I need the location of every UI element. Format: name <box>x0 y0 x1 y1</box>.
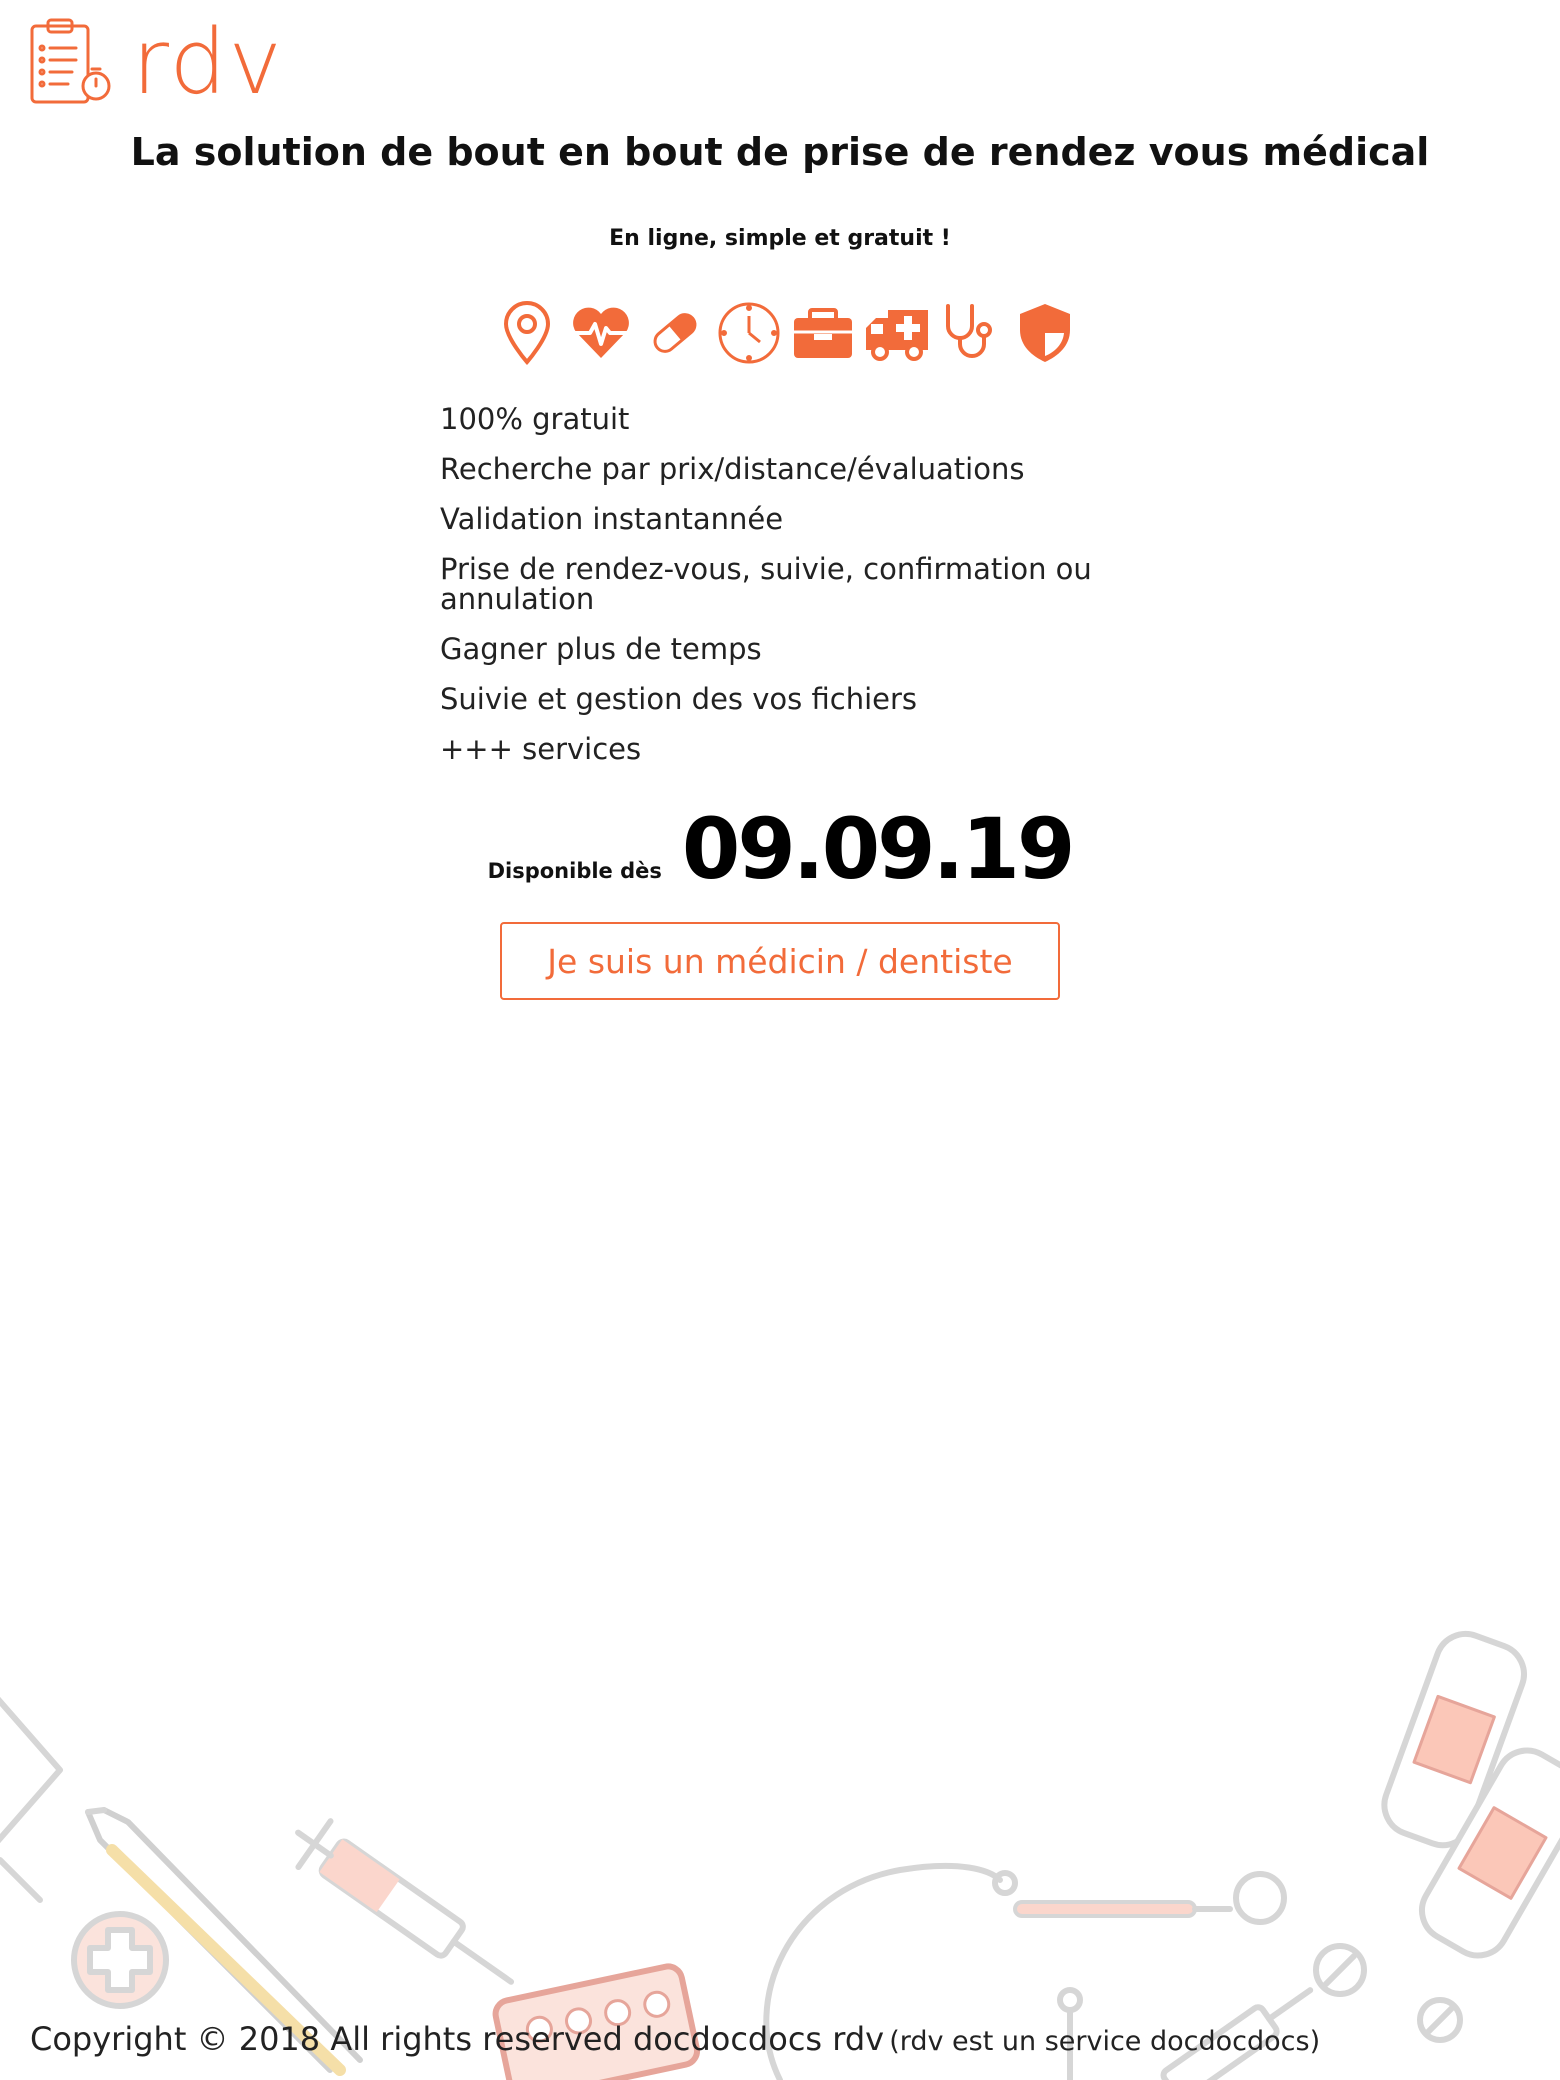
clock-icon <box>716 300 782 366</box>
feature-item: Prise de rendez-vous, suivie, confirmati… <box>440 552 1092 616</box>
feature-list: 100% gratuit Recherche par prix/distance… <box>440 404 1120 784</box>
page-title: La solution de bout en bout de prise de … <box>130 130 1430 174</box>
feature-icon-row <box>494 300 1078 366</box>
footer: Copyright © 2018 All rights reserved doc… <box>30 2020 1320 2058</box>
feature-item: Validation instantannée <box>440 502 784 536</box>
medical-box-icon <box>790 300 856 366</box>
availability-date: 09.09.19 <box>681 800 1076 898</box>
footer-copyright: Copyright © 2018 All rights reserved doc… <box>30 2020 885 2058</box>
availability-label: Disponible dès <box>487 859 662 883</box>
page-subtitle: En ligne, simple et gratuit ! <box>609 226 951 251</box>
footer-note: (rdv est un service docdocdocs) <box>889 2026 1321 2057</box>
heartbeat-icon <box>568 300 634 366</box>
pill-icon <box>642 300 708 366</box>
doctor-signup-button[interactable]: Je suis un médicin / dentiste <box>500 922 1060 1000</box>
location-pin-icon <box>494 300 560 366</box>
shield-icon <box>1012 300 1078 366</box>
ambulance-icon <box>864 300 930 366</box>
feature-item: +++ services <box>440 732 642 766</box>
feature-item: Gagner plus de temps <box>440 632 762 666</box>
brand-name: rdv <box>132 10 284 115</box>
feature-item: 100% gratuit <box>440 402 630 436</box>
medical-illustration <box>0 1630 1560 2080</box>
brand-logo[interactable]: rdv <box>28 16 284 110</box>
feature-item: Suivie et gestion des vos fichiers <box>440 682 918 716</box>
stethoscope-icon <box>938 300 1004 366</box>
availability-block: Disponible dès 09.09.19 <box>0 800 1560 898</box>
feature-item: Recherche par prix/distance/évaluations <box>440 452 1025 486</box>
clipboard-timer-icon <box>28 16 114 110</box>
